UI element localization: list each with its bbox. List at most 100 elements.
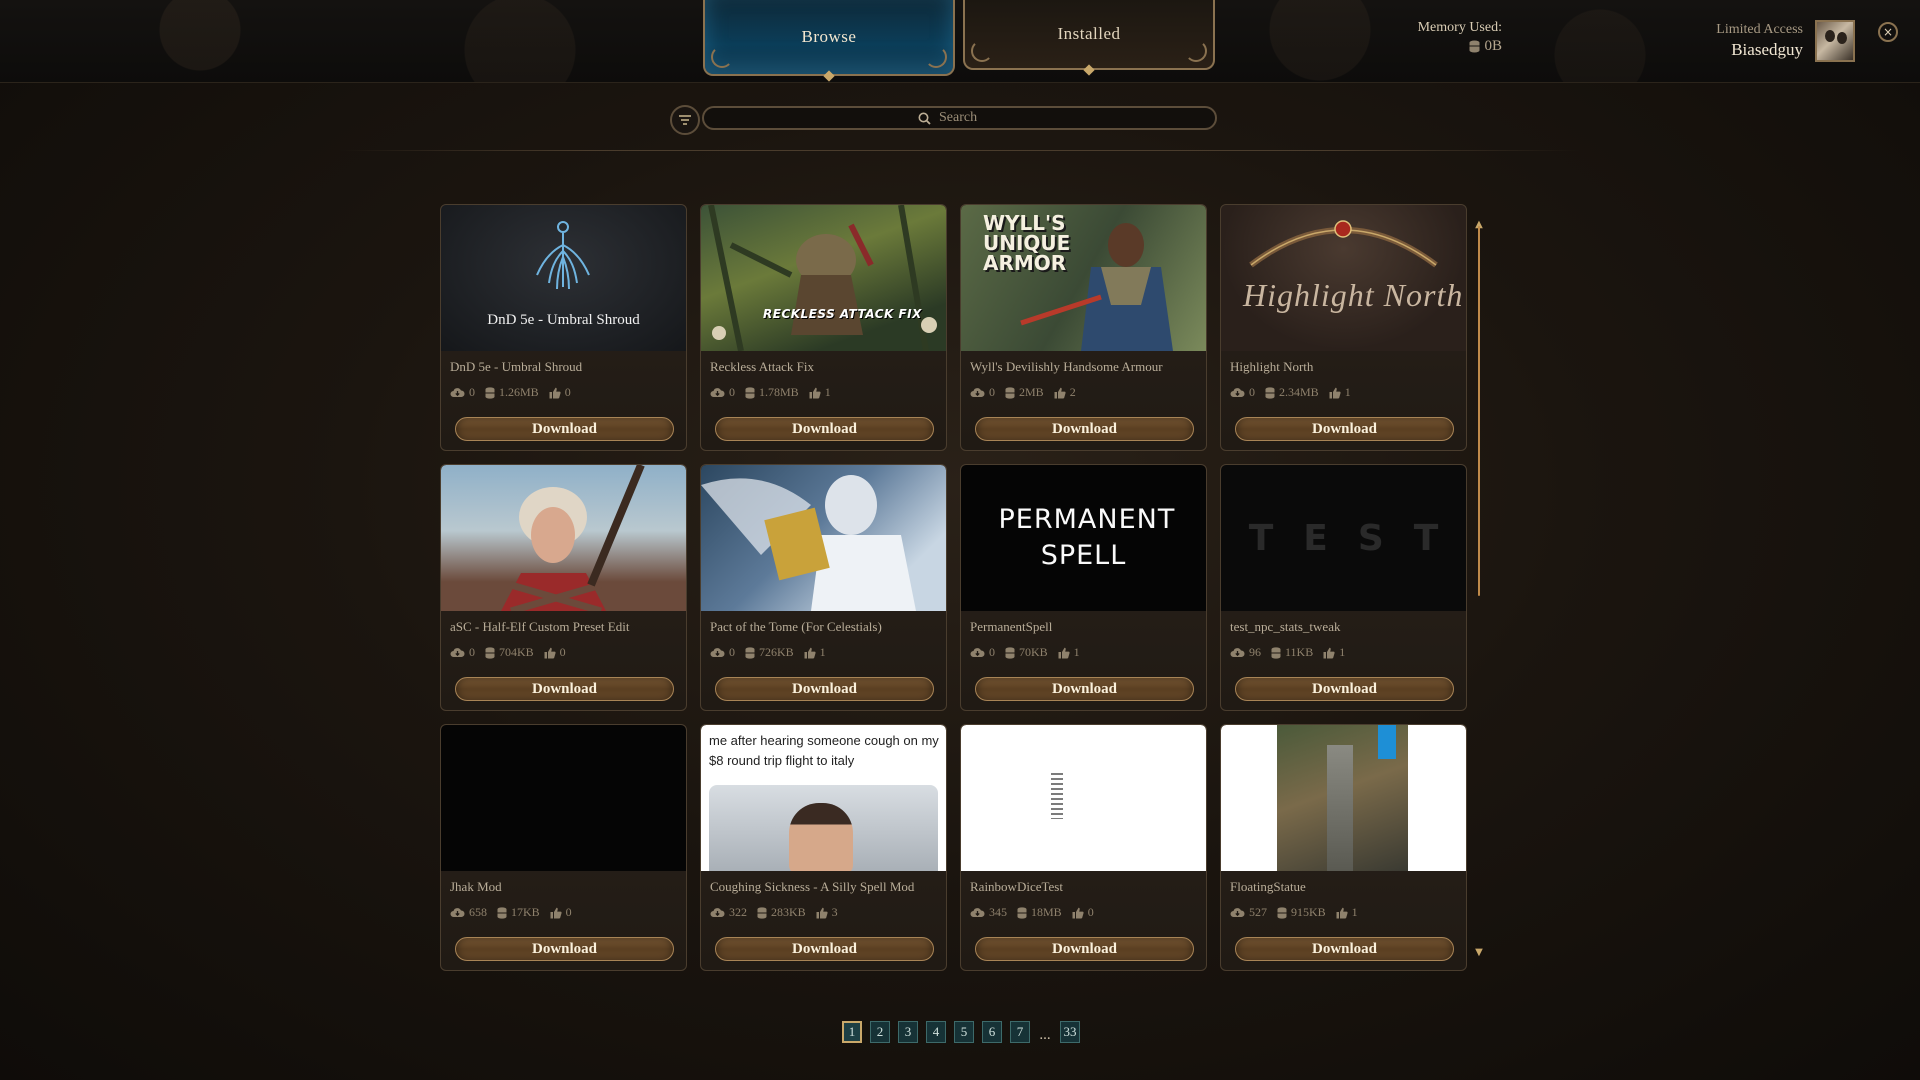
mod-card[interactable]: TEST test_npc_stats_tweak 96 11KB 1 Down…: [1220, 464, 1467, 711]
shroud-figure-icon: [536, 221, 590, 290]
page-button[interactable]: 1: [842, 1021, 862, 1043]
file-size: 17KB: [497, 905, 540, 920]
tab-installed-label: Installed: [1057, 24, 1121, 43]
likes-value: 3: [831, 905, 838, 919]
mod-card[interactable]: DnD 5e - Umbral Shroud DnD 5e - Umbral S…: [440, 204, 687, 451]
search-input[interactable]: [937, 109, 1001, 127]
close-button[interactable]: ×: [1878, 22, 1898, 42]
mod-thumbnail[interactable]: [961, 725, 1206, 871]
page-button[interactable]: 2: [870, 1021, 890, 1043]
scrollbar-thumb[interactable]: [1478, 226, 1480, 596]
mod-card[interactable]: me after hearing someone cough on my $8 …: [700, 724, 947, 971]
download-count: 527: [1230, 905, 1267, 920]
download-count: 345: [970, 905, 1007, 920]
mod-stats: 0 70KB 1: [970, 645, 1206, 660]
page-button[interactable]: 4: [926, 1021, 946, 1043]
cloud-download-icon: [710, 648, 725, 657]
size-value: 18MB: [1031, 905, 1062, 919]
thumbs-up-icon: [1336, 907, 1348, 918]
mod-stats: 0 704KB 0: [450, 645, 686, 660]
download-button[interactable]: Download: [1235, 677, 1454, 701]
page-button[interactable]: 5: [954, 1021, 974, 1043]
download-count: 0: [710, 385, 735, 400]
mod-thumbnail[interactable]: PERMANENT SPELL: [961, 465, 1206, 611]
file-size: 915KB: [1277, 905, 1326, 920]
database-icon: [1265, 386, 1275, 399]
mod-grid: DnD 5e - Umbral Shroud DnD 5e - Umbral S…: [440, 204, 1468, 971]
download-button[interactable]: Download: [1235, 417, 1454, 441]
mod-card[interactable]: Highlight North Highlight North 0 2.34MB…: [1220, 204, 1467, 451]
scroll-down-arrow-icon[interactable]: ▼: [1474, 948, 1484, 958]
mod-stats: 96 11KB 1: [1230, 645, 1466, 660]
downloads-value: 96: [1249, 645, 1261, 659]
cloud-download-icon: [450, 388, 465, 397]
mod-card[interactable]: PERMANENT SPELL PermanentSpell 0 70KB 1 …: [960, 464, 1207, 711]
download-button[interactable]: Download: [455, 417, 674, 441]
likes-value: 1: [1073, 645, 1080, 659]
likes-value: 1: [819, 645, 826, 659]
page-button-last[interactable]: 33: [1060, 1021, 1080, 1043]
download-button[interactable]: Download: [1235, 937, 1454, 961]
tab-installed[interactable]: Installed: [963, 0, 1215, 76]
mod-stats: 527 915KB 1: [1230, 905, 1466, 920]
download-button[interactable]: Download: [975, 417, 1194, 441]
memory-value-row: 0B: [1398, 38, 1502, 55]
download-button[interactable]: Download: [715, 937, 934, 961]
mod-card[interactable]: aSC - Half-Elf Custom Preset Edit 0 704K…: [440, 464, 687, 711]
mod-card[interactable]: FloatingStatue 527 915KB 1 Download: [1220, 724, 1467, 971]
download-button[interactable]: Download: [715, 677, 934, 701]
avatar[interactable]: [1815, 20, 1855, 62]
likes-value: 2: [1069, 385, 1076, 399]
likes-value: 1: [1351, 905, 1358, 919]
thumbs-up-icon: [1072, 907, 1084, 918]
mod-thumbnail[interactable]: DnD 5e - Umbral Shroud: [441, 205, 686, 351]
download-button[interactable]: Download: [975, 937, 1194, 961]
mod-card[interactable]: Pact of the Tome (For Celestials) 0 726K…: [700, 464, 947, 711]
page-button[interactable]: 7: [1010, 1021, 1030, 1043]
database-icon: [1469, 40, 1480, 53]
mod-thumbnail[interactable]: RECKLESS ATTACK FIX: [701, 205, 946, 351]
tab-browse[interactable]: Browse: [703, 0, 955, 82]
likes-value: 0: [559, 645, 566, 659]
mod-thumbnail[interactable]: [441, 465, 686, 611]
mod-title: aSC - Half-Elf Custom Preset Edit: [450, 619, 630, 634]
database-icon: [745, 646, 755, 659]
barbarian-illustration-icon: [708, 205, 937, 351]
size-value: 1.26MB: [499, 385, 539, 399]
ornament-icon: [1185, 40, 1207, 62]
download-button[interactable]: Download: [455, 677, 674, 701]
filter-sort-button[interactable]: [670, 105, 700, 135]
search-bar[interactable]: [702, 106, 1217, 130]
memory-value: 0B: [1484, 38, 1502, 54]
mod-thumbnail[interactable]: [701, 465, 946, 611]
mod-thumbnail[interactable]: me after hearing someone cough on my $8 …: [701, 725, 946, 871]
download-button[interactable]: Download: [715, 417, 934, 441]
tab-indicator-icon: [823, 70, 835, 82]
mod-thumbnail[interactable]: TEST: [1221, 465, 1466, 611]
downloads-value: 0: [469, 645, 475, 659]
downloads-value: 658: [469, 905, 487, 919]
user-profile[interactable]: Limited Access Biasedguy: [1716, 20, 1855, 62]
mod-thumbnail[interactable]: [441, 725, 686, 871]
mod-thumbnail[interactable]: Highlight North: [1221, 205, 1466, 351]
mod-stats: 0 1.26MB 0: [450, 385, 686, 400]
mod-card[interactable]: Jhak Mod 658 17KB 0 Download: [440, 724, 687, 971]
mod-card[interactable]: WYLL'S UNIQUE ARMOR Wyll's Devilishly Ha…: [960, 204, 1207, 451]
file-size: 2MB: [1005, 385, 1044, 400]
mod-card[interactable]: RECKLESS ATTACK FIX Reckless Attack Fix …: [700, 204, 947, 451]
downloads-value: 0: [1249, 385, 1255, 399]
tab-browse-label: Browse: [801, 27, 857, 46]
mod-card[interactable]: RainbowDiceTest 345 18MB 0 Download: [960, 724, 1207, 971]
download-button[interactable]: Download: [975, 677, 1194, 701]
memory-label: Memory Used:: [1417, 20, 1502, 35]
download-count: 322: [710, 905, 747, 920]
cloud-download-icon: [1230, 908, 1245, 917]
mod-thumbnail[interactable]: [1221, 725, 1466, 871]
download-button[interactable]: Download: [455, 937, 674, 961]
page-button[interactable]: 6: [982, 1021, 1002, 1043]
access-level: Limited Access: [1716, 22, 1803, 37]
mod-thumbnail[interactable]: WYLL'S UNIQUE ARMOR: [961, 205, 1206, 351]
size-value: 726KB: [759, 645, 794, 659]
page-button[interactable]: 3: [898, 1021, 918, 1043]
file-size: 11KB: [1271, 645, 1313, 660]
